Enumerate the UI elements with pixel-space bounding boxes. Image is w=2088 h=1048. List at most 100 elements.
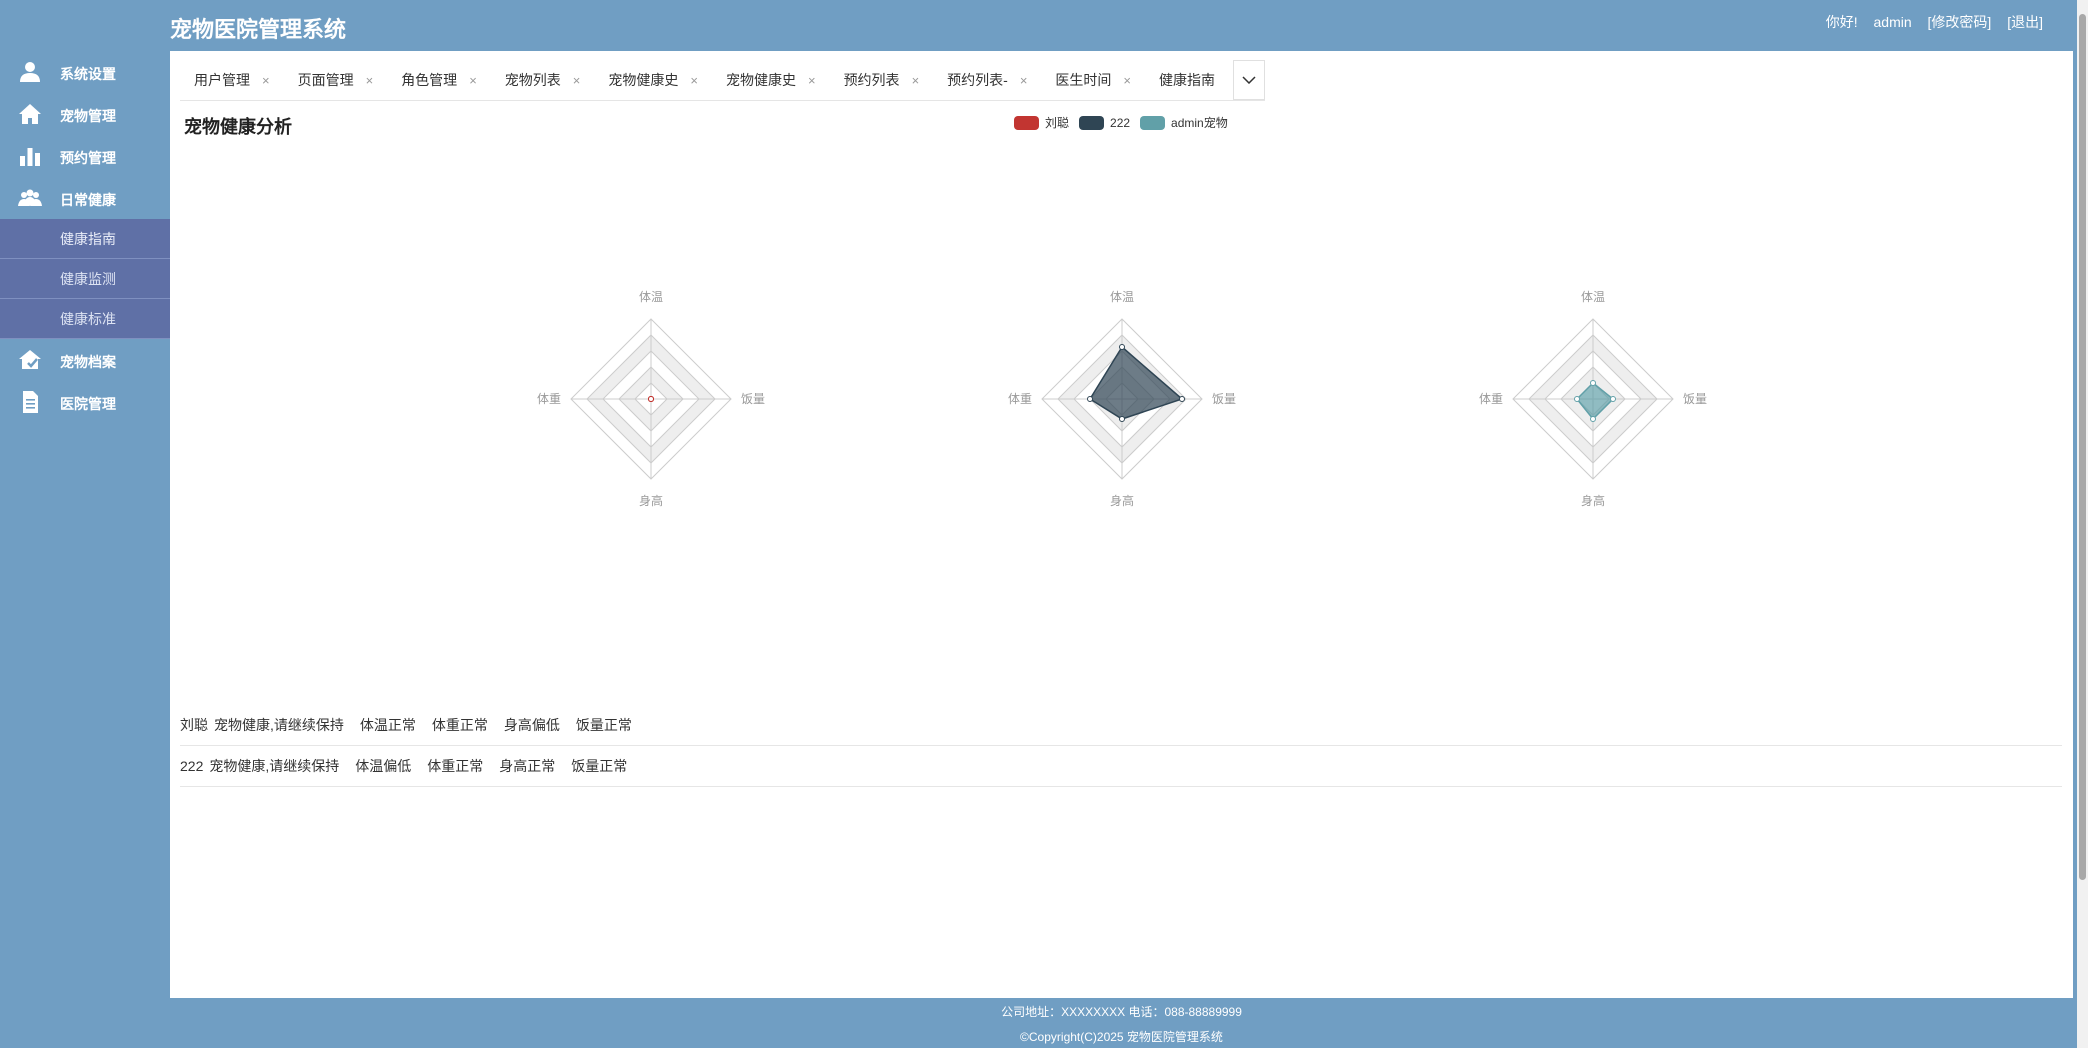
sidebar: 系统设置 宠物管理 预约管理 日常健康 健康指南 健康监测 健康标准 宠物档案 … (0, 51, 170, 998)
close-icon[interactable]: × (262, 73, 270, 88)
page-title: 宠物健康分析 (184, 117, 292, 137)
tab-label: 预约列表- (947, 72, 1008, 88)
radar-data-point (1590, 380, 1596, 386)
sidebar-item-pet-records[interactable]: 宠物档案 (0, 339, 170, 381)
sidebar-item-system-settings[interactable]: 系统设置 (0, 51, 170, 93)
legend-label: admin宠物 (1171, 116, 1228, 130)
close-icon[interactable]: × (808, 73, 816, 88)
sidebar-item-appointment-management[interactable]: 预约管理 (0, 135, 170, 177)
sidebar-item-daily-health[interactable]: 日常健康 (0, 177, 170, 219)
close-icon[interactable]: × (469, 73, 477, 88)
tab-label: 宠物健康史 (608, 72, 679, 88)
sidebar-subitem-health-monitoring[interactable]: 健康监测 (0, 259, 170, 299)
summary-height: 身高正常 (499, 758, 556, 774)
sidebar-subitem-health-standard[interactable]: 健康标准 (0, 299, 170, 339)
tab-label: 医生时间 (1055, 72, 1112, 88)
chart-legend: 刘聪 222 admin宠物 (1014, 114, 1238, 131)
legend-item[interactable]: 刘聪 (1014, 114, 1069, 131)
top-bar: 宠物医院管理系统 你好! admin [修改密码] [退出] (0, 0, 2077, 51)
sidebar-item-label: 系统设置 (60, 66, 116, 82)
tab-appointment-list-2[interactable]: 预约列表- × (933, 60, 1041, 100)
tab-label: 页面管理 (297, 72, 354, 88)
summary-row: 刘聪 宠物健康,请继续保持 体温正常 体重正常 身高偏低 饭量正常 (180, 705, 2062, 746)
app-title: 宠物医院管理系统 (170, 17, 347, 42)
tab-pet-health-history[interactable]: 宠物健康史 × (594, 60, 712, 100)
tab-appointment-list[interactable]: 预约列表 × (830, 60, 934, 100)
radar-data-point (648, 396, 654, 402)
footer-copyright: ©Copyright(C)2025 宠物医院管理系统 (1020, 1030, 1223, 1044)
legend-swatch (1014, 115, 1039, 130)
close-icon[interactable]: × (1123, 73, 1131, 88)
radar-indicator-label: 身高 (1581, 493, 1605, 508)
radar-indicator-label: 体温 (639, 290, 663, 304)
tab-label: 预约列表 (843, 72, 900, 88)
summary-status: 宠物健康,请继续保持 (209, 758, 340, 774)
radar-chart-area: 体温 饭量 身高 体重 体温 饭量 身高 体重 体温 饭量 身高 体重 (170, 211, 2073, 531)
legend-item[interactable]: admin宠物 (1140, 114, 1228, 131)
legend-label: 222 (1110, 115, 1131, 130)
chevron-down-icon (1242, 76, 1256, 84)
sidebar-item-pet-management[interactable]: 宠物管理 (0, 93, 170, 135)
radar-data-point (1610, 396, 1616, 402)
sidebar-item-label: 预约管理 (60, 150, 116, 166)
radar-data-point (1119, 344, 1125, 350)
radar-charts: 体温饭量身高 体重 体温饭量身高 体重 体温饭量身高 体重 (537, 290, 1707, 508)
tab-label: 健康指南 (1159, 72, 1216, 88)
radar-data-point (1119, 416, 1125, 422)
tab-doctor-time[interactable]: 医生时间 × (1041, 60, 1145, 100)
greeting-text: 你好! (1825, 14, 1858, 30)
legend-swatch (1079, 115, 1105, 130)
close-icon[interactable]: × (912, 73, 920, 88)
radar-indicator-label: 饭量 (1683, 392, 1707, 406)
tab-health-guide[interactable]: 健康指南 (1145, 60, 1229, 100)
sidebar-subitem-health-guide[interactable]: 健康指南 (0, 219, 170, 259)
radar-indicator-label: 体温 (1110, 290, 1134, 304)
tab-pet-health-history-2[interactable]: 宠物健康史 × (712, 60, 830, 100)
radar-indicator-label: 体重 (537, 392, 561, 406)
close-icon[interactable]: × (690, 73, 698, 88)
radar-data-point (1087, 396, 1093, 402)
sidebar-item-label: 宠物管理 (60, 108, 116, 124)
close-icon[interactable]: × (366, 73, 374, 88)
radar-indicator-label: 饭量 (741, 392, 765, 406)
radar-data-point (1179, 396, 1185, 402)
close-icon[interactable]: × (573, 73, 581, 88)
radar-indicator-label: 体重 (1008, 392, 1032, 406)
radar-data-point (1574, 396, 1580, 402)
radar-indicator-label: 体重 (1479, 392, 1503, 406)
radar-indicator-label: 饭量 (1212, 392, 1236, 406)
home-icon (19, 104, 41, 124)
tab-more-button[interactable] (1233, 60, 1266, 100)
footer-address: 公司地址：XXXXXXXX 电话：088-88889999 (1001, 1005, 1242, 1019)
username-link[interactable]: admin (1874, 14, 1912, 30)
sidebar-item-label: 日常健康 (60, 192, 116, 208)
summary-pet-name: 刘聪 (180, 717, 208, 733)
logout-link[interactable]: [退出] (2007, 14, 2043, 30)
summary-pet-name: 222 (180, 758, 204, 774)
close-icon[interactable]: × (1020, 73, 1028, 88)
legend-item[interactable]: 222 (1079, 115, 1131, 130)
summary-food: 饭量正常 (575, 717, 632, 733)
summary-row: 222 宠物健康,请继续保持 体温偏低 体重正常 身高正常 饭量正常 (180, 746, 2062, 787)
tab-bar: 用户管理 × 页面管理 × 角色管理 × 宠物列表 × 宠物健康史 × 宠物健康史 × 预约… (180, 60, 1266, 101)
page-scrollbar[interactable] (2077, 0, 2088, 1048)
sidebar-item-hospital-management[interactable]: 医院管理 (0, 381, 170, 423)
footer: 公司地址：XXXXXXXX 电话：088-88889999 ©Copyright… (170, 998, 2073, 1048)
legend-label: 刘聪 (1045, 116, 1070, 130)
summary-temp: 体温正常 (359, 717, 416, 733)
tab-user-management[interactable]: 用户管理 × (180, 60, 284, 100)
change-password-link[interactable]: [修改密码] (1928, 14, 1992, 30)
summary-food: 饭量正常 (571, 758, 628, 774)
radar-indicator-label: 体温 (1581, 290, 1605, 304)
summary-weight: 体重正常 (431, 717, 488, 733)
radar-data-point (1590, 416, 1596, 422)
user-info: 你好! admin [修改密码] [退出] (1826, 12, 2043, 32)
summary-status: 宠物健康,请继续保持 (214, 717, 344, 733)
tab-pet-list[interactable]: 宠物列表 × (491, 60, 595, 100)
tab-role-management[interactable]: 角色管理 × (387, 60, 491, 100)
legend-swatch (1140, 115, 1166, 130)
tab-label: 宠物列表 (504, 72, 561, 88)
group-icon (18, 189, 42, 206)
scrollbar-thumb[interactable] (2079, 14, 2086, 880)
tab-page-management[interactable]: 页面管理 × (284, 60, 388, 100)
